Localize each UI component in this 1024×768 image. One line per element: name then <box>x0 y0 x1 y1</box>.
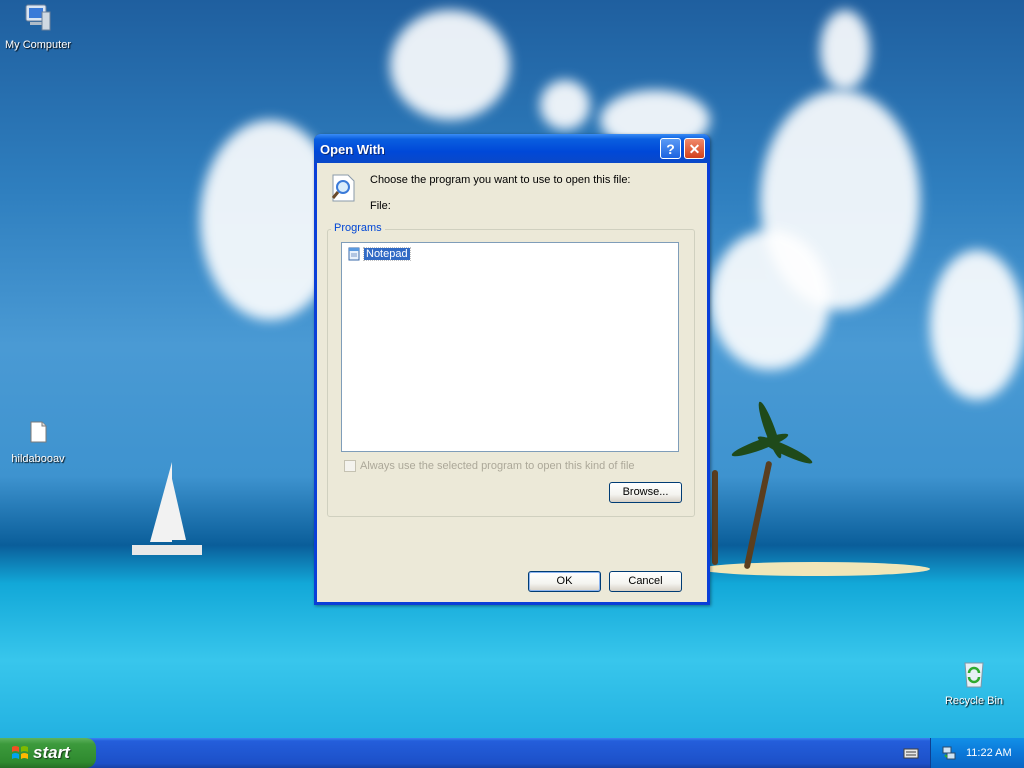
desktop-icon-label: hildabooav <box>11 453 65 465</box>
list-item-notepad[interactable]: Notepad <box>347 246 411 262</box>
start-button[interactable]: start <box>0 738 96 768</box>
dialog-title: Open With <box>320 142 385 157</box>
desktop-icon-label: My Computer <box>4 39 72 51</box>
notepad-icon <box>348 247 360 261</box>
always-use-label: Always use the selected program to open … <box>360 460 635 472</box>
desktop-icon-recycle-bin[interactable]: Recycle Bin <box>936 658 1012 707</box>
my-computer-icon <box>25 4 51 31</box>
magnifier-document-icon <box>331 174 355 202</box>
help-button[interactable]: ? <box>660 138 681 159</box>
browse-button[interactable]: Browse... <box>609 482 682 503</box>
programs-group-label: Programs <box>331 222 385 234</box>
dialog-title-bar[interactable]: Open With ? ✕ <box>314 134 710 163</box>
desktop-icon-hildabooav[interactable]: hildabooav <box>0 416 76 465</box>
windows-logo-icon <box>12 746 28 759</box>
desktop-icon-my-computer[interactable]: My Computer <box>0 2 76 51</box>
folder-icon <box>30 421 47 443</box>
start-label: start <box>33 743 70 762</box>
dialog-prompt: Choose the program you want to use to op… <box>370 174 631 186</box>
program-name: Notepad <box>363 247 411 261</box>
desktop-icon-label: Recycle Bin <box>944 695 1004 707</box>
cancel-button[interactable]: Cancel <box>609 571 682 592</box>
close-button[interactable]: ✕ <box>684 138 705 159</box>
keyboard-icon[interactable] <box>903 746 919 760</box>
dialog-body: Choose the program you want to use to op… <box>317 163 707 602</box>
recycle-bin-icon <box>964 662 984 688</box>
ok-button[interactable]: OK <box>528 571 601 592</box>
file-label: File: <box>370 200 391 212</box>
open-with-dialog: Open With ? ✕ Choose the program you wan… <box>314 134 710 605</box>
always-use-checkbox[interactable] <box>344 460 356 472</box>
programs-list[interactable]: Notepad <box>341 242 679 452</box>
clock[interactable]: 11:22 AM <box>966 747 1012 759</box>
system-tray: 11:22 AM <box>930 738 1024 768</box>
network-icon[interactable] <box>941 745 957 761</box>
taskbar: start 11:22 AM <box>0 738 1024 768</box>
